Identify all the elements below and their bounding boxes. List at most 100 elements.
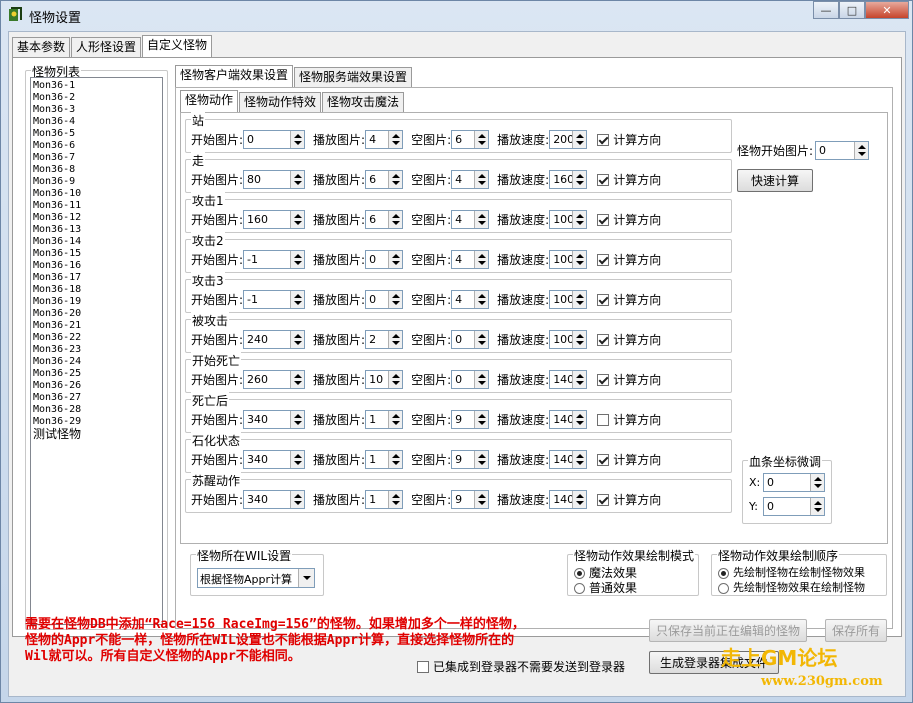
empty-spinner[interactable]: 9 [451, 410, 490, 429]
spin-down-icon[interactable] [392, 421, 401, 425]
spin-up-icon[interactable] [576, 374, 585, 378]
save-current-button[interactable]: 只保存当前正在编辑的怪物 [649, 619, 807, 642]
play-spinner[interactable]: 2 [365, 330, 404, 349]
spin-down-icon[interactable] [392, 501, 401, 505]
tab-server-effects[interactable]: 怪物服务端效果设置 [294, 67, 413, 87]
spin-up-icon[interactable] [478, 134, 487, 138]
list-item[interactable]: Mon36-10 [33, 188, 162, 200]
spin-up-icon[interactable] [478, 214, 487, 218]
spin-down-icon[interactable] [576, 461, 585, 465]
spin-down-icon[interactable] [576, 141, 585, 145]
list-item[interactable]: Mon36-25 [33, 368, 162, 380]
play-spinner[interactable]: 6 [365, 210, 404, 229]
spin-up-icon[interactable] [392, 494, 401, 498]
spin-up-icon[interactable] [858, 145, 867, 149]
wil-select[interactable]: 根据怪物Appr计算 [197, 568, 315, 588]
calc-direction-checkbox[interactable] [597, 413, 610, 426]
spin-down-icon[interactable] [478, 181, 487, 185]
spin-down-icon[interactable] [478, 501, 487, 505]
tab-client-effects[interactable]: 怪物客户端效果设置 [175, 65, 294, 87]
spin-up-icon[interactable] [294, 134, 303, 138]
list-item[interactable]: 测试怪物 [33, 428, 162, 441]
empty-spinner[interactable]: 9 [451, 490, 490, 509]
spin-down-icon[interactable] [576, 221, 585, 225]
speed-spinner[interactable]: 140 [549, 370, 588, 389]
play-spinner[interactable]: 4 [365, 130, 404, 149]
start-spinner[interactable]: 0 [243, 130, 306, 149]
draw-order-option-second[interactable]: 先绘制怪物效果在绘制怪物 [718, 579, 865, 595]
calc-direction-checkbox[interactable] [597, 253, 610, 266]
play-spinner[interactable]: 6 [365, 170, 404, 189]
list-item[interactable]: Mon36-28 [33, 404, 162, 416]
spin-up-icon[interactable] [392, 454, 401, 458]
spin-down-icon[interactable] [392, 141, 401, 145]
spin-up-icon[interactable] [576, 134, 585, 138]
play-spinner[interactable]: 10 [365, 370, 404, 389]
draw-order-option-first[interactable]: 先绘制怪物在绘制怪物效果 [718, 564, 865, 580]
start-spinner[interactable]: 340 [243, 450, 306, 469]
spin-down-icon[interactable] [478, 301, 487, 305]
start-spinner[interactable]: -1 [243, 290, 306, 309]
list-item[interactable]: Mon36-15 [33, 248, 162, 260]
spin-up-icon[interactable] [576, 254, 585, 258]
spin-down-icon[interactable] [478, 261, 487, 265]
spin-down-icon[interactable] [392, 261, 401, 265]
spin-up-icon[interactable] [392, 214, 401, 218]
play-spinner[interactable]: 1 [365, 490, 404, 509]
start-spinner[interactable]: 80 [243, 170, 306, 189]
spin-up-icon[interactable] [294, 494, 303, 498]
spin-up-icon[interactable] [392, 134, 401, 138]
spin-down-icon[interactable] [478, 421, 487, 425]
list-item[interactable]: Mon36-18 [33, 284, 162, 296]
play-spinner[interactable]: 0 [365, 290, 404, 309]
speed-spinner[interactable]: 140 [549, 490, 588, 509]
speed-spinner[interactable]: 100 [549, 290, 588, 309]
spin-up-icon[interactable] [576, 454, 585, 458]
spin-down-icon[interactable] [576, 341, 585, 345]
list-item[interactable]: Mon36-11 [33, 200, 162, 212]
spin-down-icon[interactable] [814, 508, 822, 512]
spin-up-icon[interactable] [392, 254, 401, 258]
calc-direction-checkbox[interactable] [597, 493, 610, 506]
spin-up-icon[interactable] [814, 501, 822, 505]
maximize-button[interactable]: □ [839, 1, 865, 19]
spin-up-icon[interactable] [294, 254, 303, 258]
spin-up-icon[interactable] [392, 334, 401, 338]
spin-down-icon[interactable] [294, 301, 303, 305]
spin-up-icon[interactable] [478, 174, 487, 178]
spin-down-icon[interactable] [294, 261, 303, 265]
integrated-checkbox[interactable] [417, 660, 429, 673]
calc-direction-checkbox[interactable] [597, 373, 610, 386]
list-item[interactable]: Mon36-24 [33, 356, 162, 368]
radio-icon[interactable] [574, 568, 585, 579]
integrated-checkbox-row[interactable]: 已集成到登录器不需要发送到登录器 [417, 658, 625, 675]
spin-down-icon[interactable] [392, 181, 401, 185]
spin-down-icon[interactable] [576, 261, 585, 265]
spin-down-icon[interactable] [294, 181, 303, 185]
speed-spinner[interactable]: 140 [549, 410, 588, 429]
spin-down-icon[interactable] [576, 181, 585, 185]
list-item[interactable]: Mon36-16 [33, 260, 162, 272]
spin-up-icon[interactable] [478, 414, 487, 418]
tab-basic-params[interactable]: 基本参数 [12, 37, 71, 57]
spin-up-icon[interactable] [294, 374, 303, 378]
list-item[interactable]: Mon36-5 [33, 128, 162, 140]
spin-up-icon[interactable] [294, 334, 303, 338]
spin-up-icon[interactable] [294, 414, 303, 418]
spin-up-icon[interactable] [576, 214, 585, 218]
minimize-button[interactable]: — [813, 1, 839, 19]
list-item[interactable]: Mon36-8 [33, 164, 162, 176]
speed-spinner[interactable]: 100 [549, 250, 588, 269]
empty-spinner[interactable]: 4 [451, 290, 490, 309]
spin-down-icon[interactable] [294, 221, 303, 225]
speed-spinner[interactable]: 100 [549, 210, 588, 229]
spin-down-icon[interactable] [294, 341, 303, 345]
spin-up-icon[interactable] [478, 334, 487, 338]
list-item[interactable]: Mon36-27 [33, 392, 162, 404]
spin-up-icon[interactable] [478, 454, 487, 458]
list-item[interactable]: Mon36-1 [33, 80, 162, 92]
list-item[interactable]: Mon36-9 [33, 176, 162, 188]
spin-up-icon[interactable] [576, 494, 585, 498]
tab-monster-action[interactable]: 怪物动作 [180, 90, 239, 112]
spin-down-icon[interactable] [478, 341, 487, 345]
